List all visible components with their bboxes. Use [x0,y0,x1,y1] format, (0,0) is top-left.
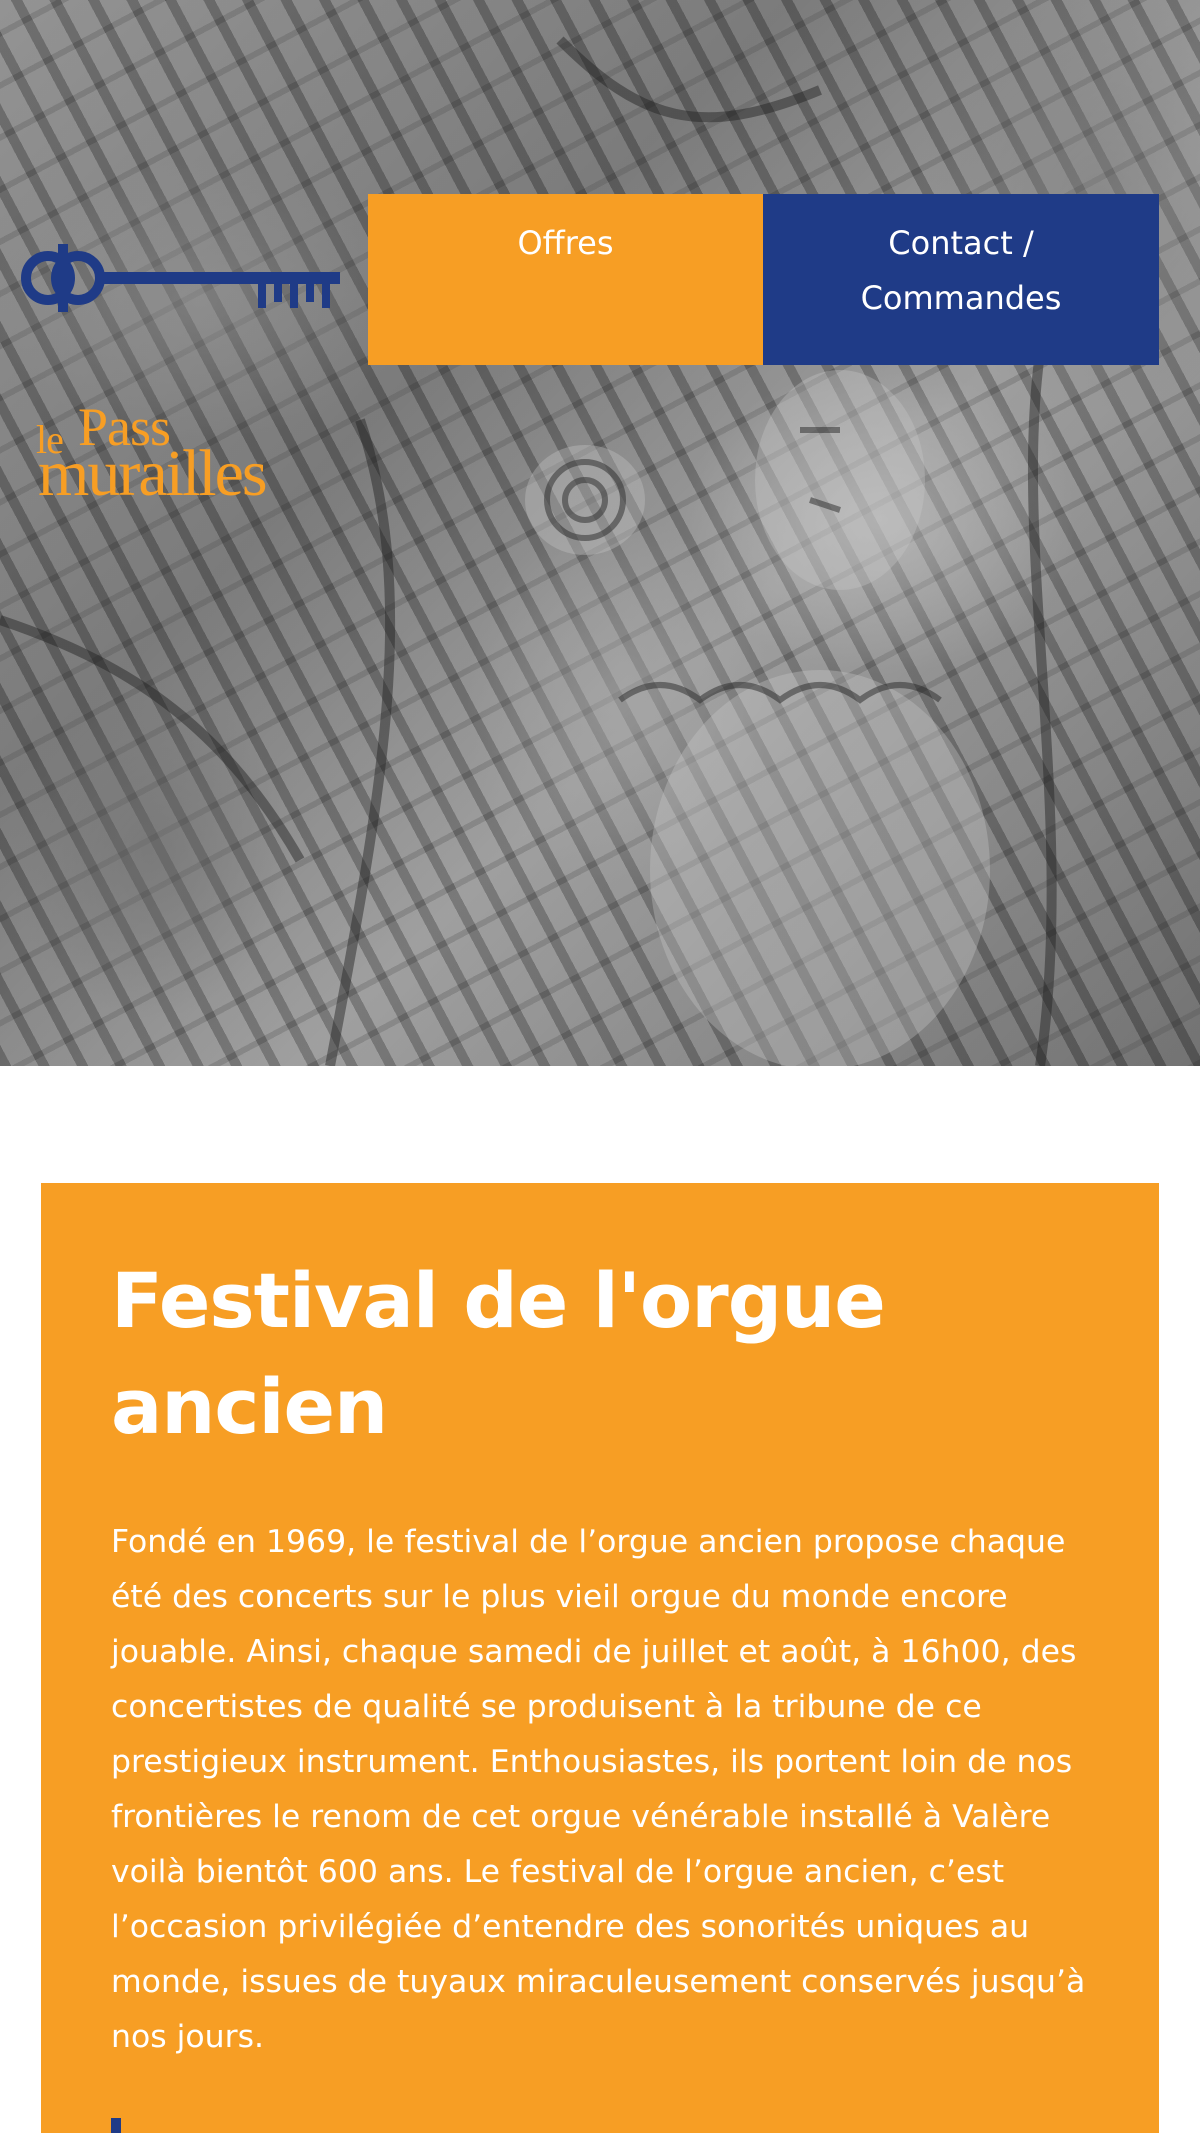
nav-contact-label: Contact / Commandes [860,224,1062,317]
article-card: Festival de l'orgue ancien Fondé en 1969… [41,1183,1159,2133]
main-navigation: Offres Contact / Commandes [368,194,1159,365]
hero-carving-illustration [0,36,1057,1066]
nav-contact-button[interactable]: Contact / Commandes [763,194,1159,365]
accent-bar [111,2118,121,2133]
article-title: Festival de l'orgue ancien [111,1256,886,1451]
logo-text-murailles: murailles [38,437,268,510]
nav-offres-button[interactable]: Offres [368,194,763,365]
site-logo[interactable]: le Pass murailles [18,236,358,510]
hero-image: le Pass murailles Offres Contact / Comma… [0,0,1200,1066]
key-logo-icon [21,244,340,312]
article-body: Fondé en 1969, le festival de l’orgue an… [111,1524,1086,2055]
nav-offres-label: Offres [517,224,614,262]
